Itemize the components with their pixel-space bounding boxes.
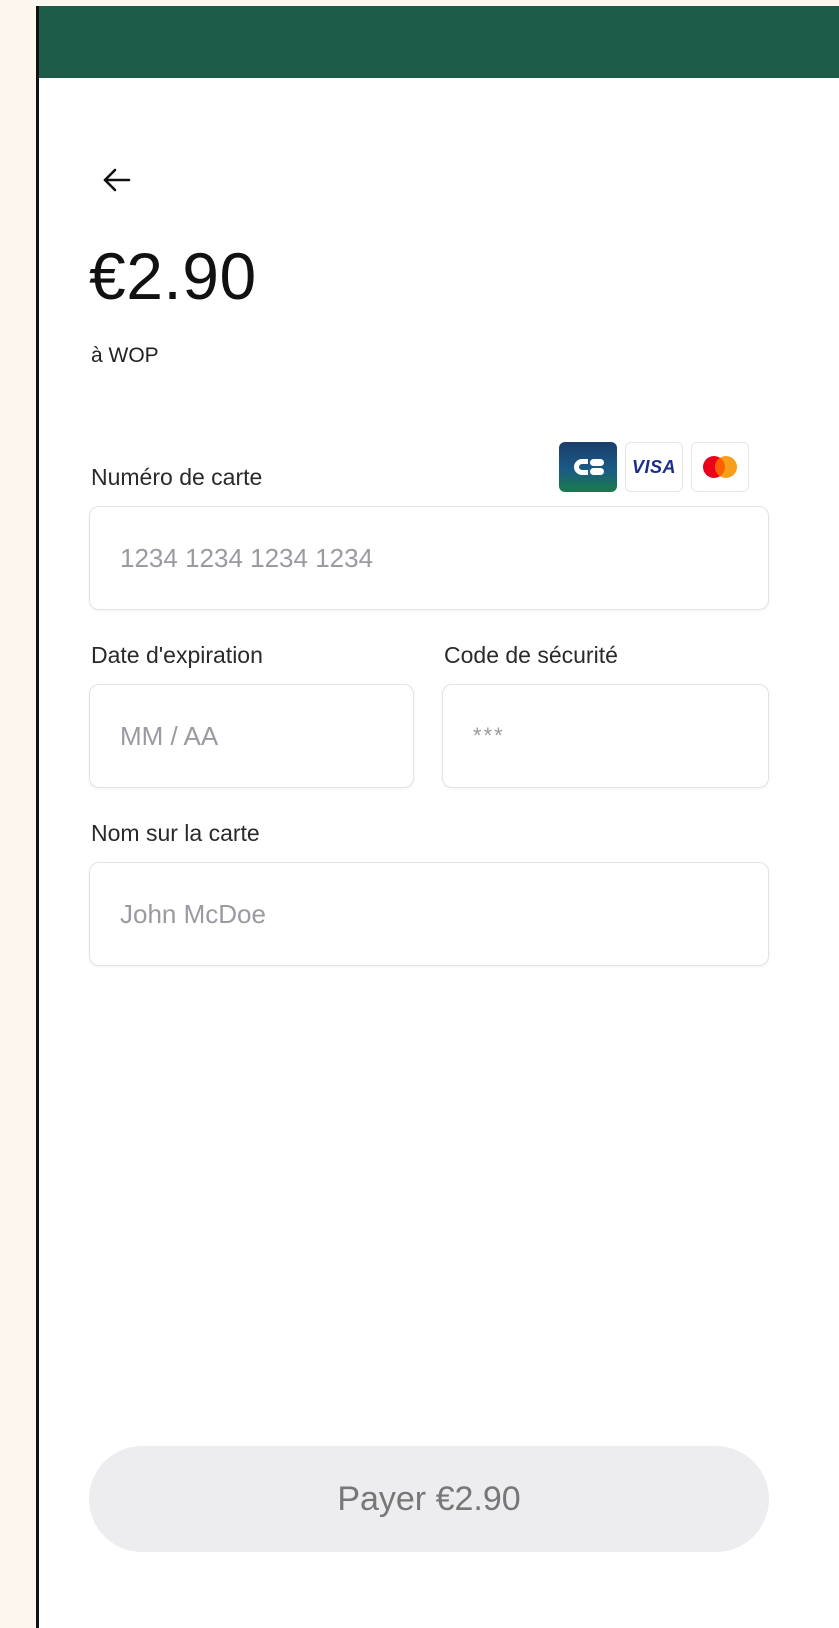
- card-brand-logos: VISA: [559, 442, 749, 492]
- cardholder-name-label: Nom sur la carte: [91, 820, 260, 846]
- back-button[interactable]: [99, 162, 135, 198]
- cvc-input[interactable]: [442, 684, 769, 788]
- cardholder-name-input[interactable]: [89, 862, 769, 966]
- pay-button[interactable]: Payer €2.90: [89, 1446, 769, 1552]
- card-number-input[interactable]: [89, 506, 769, 610]
- cb-logo-mark: [574, 459, 604, 475]
- cvc-label: Code de sécurité: [444, 642, 618, 668]
- arrow-left-icon: [103, 168, 131, 192]
- merchant-name: à WOP: [91, 344, 159, 367]
- cb-card-icon: [559, 442, 617, 492]
- mastercard-logo-mark: [703, 456, 737, 478]
- card-number-label: Numéro de carte: [91, 464, 263, 490]
- payment-screen: €2.90 à WOP Numéro de carte VISA Date d'…: [36, 6, 839, 1628]
- top-bar: [39, 6, 839, 78]
- visa-logo-text: VISA: [631, 456, 676, 477]
- visa-card-icon: VISA: [625, 442, 683, 492]
- expiry-label: Date d'expiration: [91, 642, 263, 668]
- payment-amount: €2.90: [89, 239, 257, 313]
- expiry-input[interactable]: [89, 684, 414, 788]
- mastercard-icon: [691, 442, 749, 492]
